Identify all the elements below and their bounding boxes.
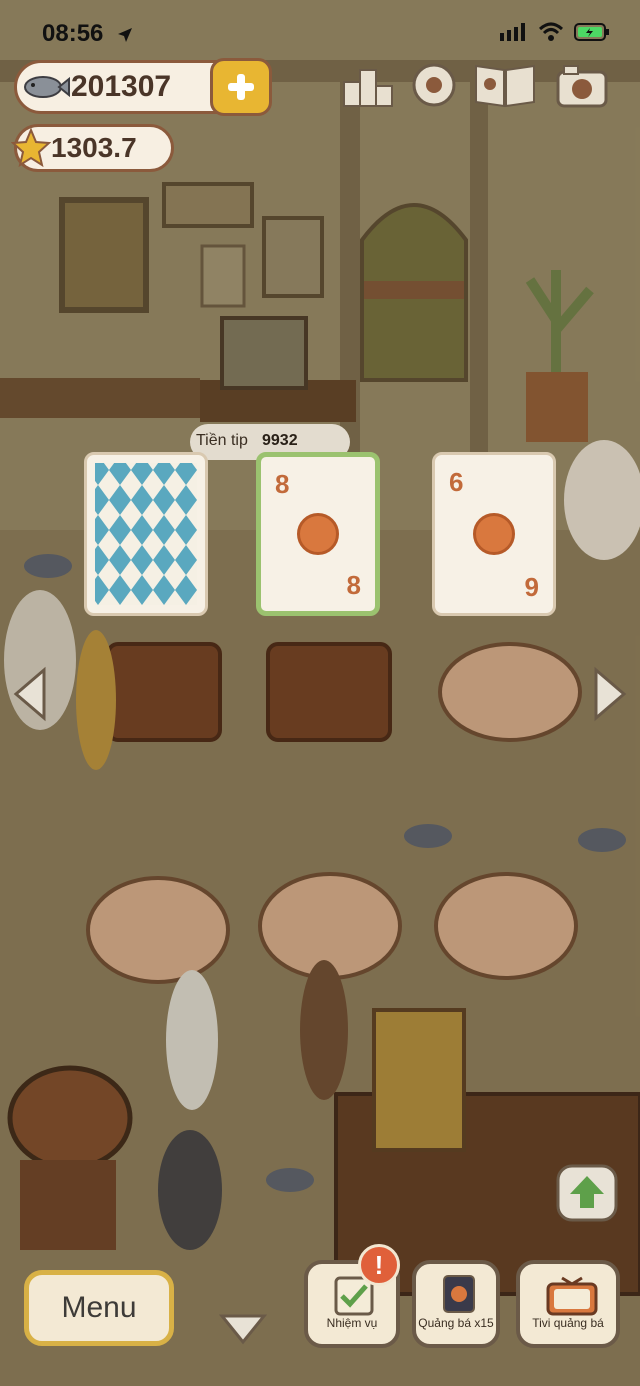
card-2-bottom-number: 8 [346,570,361,600]
fish-icon [24,76,70,98]
card-3-top-number: 6 [449,467,464,497]
card-back-pattern [95,463,197,605]
next-room-button[interactable] [590,666,630,722]
signal-icon [500,23,525,41]
expand-up-button[interactable] [556,1164,618,1222]
tv-ad-label: Tivi quảng bá [532,1316,604,1330]
card-3[interactable]: 6 9 [432,452,556,616]
card-selected[interactable]: 8 8 [256,452,380,616]
coin-icon [473,513,515,555]
star-currency: 1303.7 [11,124,174,172]
camera-icon [556,65,608,108]
add-fish-button[interactable] [210,58,272,116]
leaderboard-button[interactable] [340,60,396,110]
promo-card-icon [443,1275,475,1313]
location-arrow-icon [118,28,132,42]
arrow-right-icon [594,666,627,722]
settings-gear-icon [412,63,456,107]
arrow-left-icon [13,666,46,722]
catalog-button[interactable] [472,60,538,110]
quests-label: Nhiệm vụ [326,1316,378,1330]
tip-label: Tiền tip [196,432,248,449]
promo-button[interactable]: Quảng bá x15 [412,1260,500,1348]
leaderboard-icon [343,69,393,107]
arrow-down-icon [218,1314,268,1345]
coin-icon [297,513,339,555]
tv-ad-button[interactable]: Tivi quảng bá [516,1260,620,1348]
settings-button[interactable] [406,60,462,110]
battery-icon [574,23,609,41]
plus-icon [228,74,254,100]
menu-button[interactable]: Menu [24,1270,174,1346]
star-icon [11,128,51,168]
quests-alert-badge: ! [358,1244,400,1286]
tv-icon [546,1276,598,1316]
tip-value: 9932 [262,432,298,449]
wifi-icon [538,22,564,41]
status-time: 08:56 [42,20,104,47]
promo-label: Quảng bá x15 [418,1316,494,1330]
card-3-bottom-number: 9 [524,572,539,602]
star-count: 1303.7 [51,132,137,163]
camera-button[interactable] [554,60,610,110]
arrow-up-icon [556,1164,618,1222]
fish-count: 201307 [71,70,172,103]
previous-room-button[interactable] [10,666,50,722]
card-2-top-number: 8 [275,469,290,499]
collapse-down-button[interactable] [218,1310,268,1346]
catalog-book-icon [475,64,535,108]
card-face-down[interactable] [84,452,208,616]
cafe-scene [0,0,640,1386]
